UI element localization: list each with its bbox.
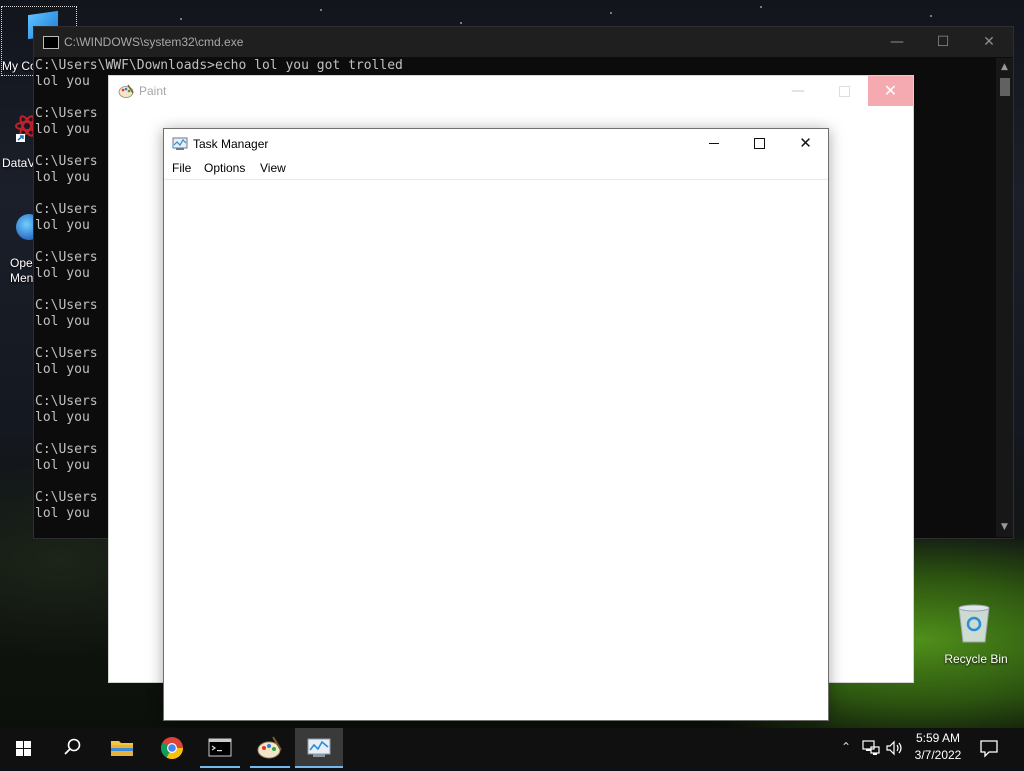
search-button[interactable] — [48, 728, 96, 768]
scrollbar-thumb[interactable] — [1000, 78, 1010, 96]
desktop-icon-label: DataV — [2, 156, 36, 170]
paint-icon — [257, 736, 282, 759]
folder-icon — [111, 741, 133, 756]
scroll-up-arrow-icon[interactable]: ▲ — [996, 60, 1013, 74]
minimize-button[interactable]: — — [874, 27, 920, 57]
minimize-button[interactable]: — — [775, 76, 821, 106]
show-hidden-icons-chevron-icon[interactable]: ⌃ — [838, 740, 854, 756]
minimize-button[interactable] — [691, 129, 737, 159]
minimize-icon — [709, 143, 719, 144]
search-icon — [64, 738, 81, 755]
cmd-titlebar[interactable]: C:\WINDOWS\system32\cmd.exe — ☐ ✕ — [34, 27, 1013, 57]
maximize-button[interactable]: ☐ — [920, 27, 966, 57]
recycle-bin-icon — [958, 604, 990, 643]
task-manager-icon — [172, 137, 188, 150]
paint-taskbar-button[interactable] — [246, 728, 294, 768]
cmd-window-title: C:\WINDOWS\system32\cmd.exe — [64, 35, 244, 49]
cmd-taskbar-button[interactable] — [196, 728, 244, 768]
maximize-button[interactable] — [821, 76, 867, 106]
network-icon[interactable] — [862, 739, 880, 757]
volume-icon[interactable] — [885, 739, 905, 757]
scroll-down-arrow-icon[interactable]: ▼ — [996, 520, 1013, 534]
clock-date: 3/7/2022 — [914, 748, 962, 762]
desktop-icon-label: Ope Men — [10, 256, 34, 285]
taskbar-clock[interactable]: 5:59 AM 3/7/2022 — [906, 730, 970, 766]
task-manager-taskbar-button[interactable] — [295, 728, 343, 768]
cmd-icon — [43, 36, 59, 49]
cmd-scrollbar[interactable]: ▲ ▼ — [996, 58, 1013, 537]
chrome-button[interactable] — [148, 728, 196, 768]
paint-icon — [118, 84, 134, 98]
desktop-icon-label: Recycle Bin — [944, 652, 1008, 666]
menu-file[interactable]: File — [172, 161, 191, 175]
task-manager-title: Task Manager — [193, 137, 269, 151]
notifications-icon[interactable] — [978, 738, 1000, 758]
menu-options[interactable]: Options — [204, 161, 245, 175]
maximize-icon — [754, 138, 765, 149]
maximize-button[interactable] — [737, 129, 783, 159]
task-manager-titlebar[interactable]: Task Manager ✕ — [164, 129, 828, 159]
close-button[interactable]: ✕ — [966, 27, 1012, 57]
maximize-icon — [839, 86, 850, 97]
close-button[interactable]: ✕ — [868, 76, 913, 106]
menu-view[interactable]: View — [260, 161, 286, 175]
cmd-icon — [208, 738, 232, 757]
close-button[interactable]: ✕ — [783, 129, 828, 159]
taskbar: ⌃ 5:59 AM 3/7/2022 — [0, 728, 1024, 768]
paint-titlebar[interactable]: Paint — ✕ — [109, 76, 913, 106]
task-manager-content — [164, 180, 828, 720]
start-button[interactable] — [0, 728, 48, 768]
desktop-icon-recycle-bin[interactable]: Recycle Bin — [940, 600, 1012, 670]
task-manager-window[interactable]: Task Manager ✕ File Options View — [163, 128, 829, 721]
windows-logo-icon — [16, 741, 31, 756]
task-manager-menubar: File Options View — [164, 159, 828, 180]
clock-time: 5:59 AM — [915, 731, 961, 745]
chrome-icon — [161, 737, 183, 759]
console-line: C:\Users\WWF\Downloads>echo lol you got … — [35, 58, 403, 73]
file-explorer-button[interactable] — [98, 728, 146, 768]
task-manager-icon — [307, 738, 331, 757]
paint-window-title: Paint — [139, 84, 167, 98]
